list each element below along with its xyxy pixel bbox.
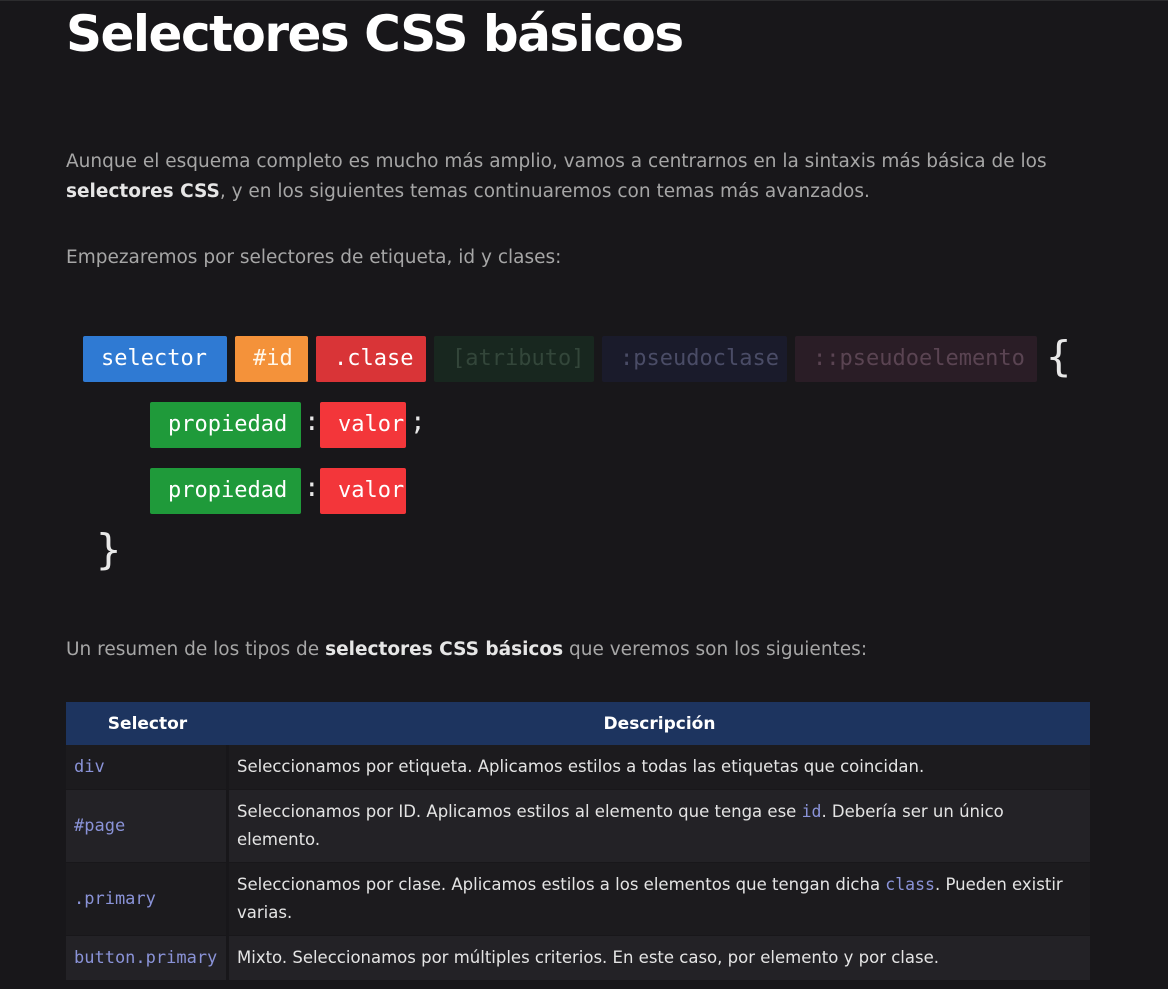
class-chip: .clase xyxy=(316,336,426,382)
semicolon: ; xyxy=(410,407,426,437)
header-description: Descripción xyxy=(229,702,1090,745)
description-cell: Seleccionamos por ID. Aplicamos estilos … xyxy=(229,790,1090,863)
selector-chip: selector xyxy=(83,336,227,382)
colon-2: : xyxy=(304,473,320,503)
table-header-row: Selector Descripción xyxy=(66,702,1090,745)
description-text: Seleccionamos por etiqueta. Aplicamos es… xyxy=(237,757,925,776)
description-text: Seleccionamos por ID. Aplicamos estilos … xyxy=(237,802,802,821)
open-brace: { xyxy=(1046,332,1072,381)
article: Selectores CSS básicos Aunque el esquema… xyxy=(0,0,1168,989)
intro-bold: selectores CSS xyxy=(66,181,220,202)
table-row: div Seleccionamos por etiqueta. Aplicamo… xyxy=(66,745,1090,790)
inline-code: id xyxy=(801,802,822,821)
colon-1: : xyxy=(304,407,320,437)
summary-text-2: que veremos son los siguientes: xyxy=(563,639,868,660)
description-cell: Seleccionamos por clase. Aplicamos estil… xyxy=(229,863,1090,936)
description-text: Mixto. Seleccionamos por múltiples crite… xyxy=(237,948,939,967)
selector-cell: button.primary xyxy=(66,936,229,981)
selectors-table-container: Selector Descripción div Seleccionamos p… xyxy=(66,702,1090,981)
page-title: Selectores CSS básicos xyxy=(66,5,684,63)
close-brace: } xyxy=(96,525,122,574)
summary-text-1: Un resumen de los tipos de xyxy=(66,639,326,660)
selector-cell: div xyxy=(66,745,229,790)
inline-code: class xyxy=(885,875,935,894)
description-text: Seleccionamos por clase. Aplicamos estil… xyxy=(237,875,886,894)
summary-bold: selectores CSS básicos xyxy=(325,639,564,660)
description-cell: Seleccionamos por etiqueta. Aplicamos es… xyxy=(229,745,1090,790)
selectors-table: Selector Descripción div Seleccionamos p… xyxy=(66,702,1090,981)
lead-paragraph: Empezaremos por selectores de etiqueta, … xyxy=(66,247,562,268)
selector-cell: .primary xyxy=(66,863,229,936)
id-chip: #id xyxy=(235,336,308,382)
table-row: .primary Seleccionamos por clase. Aplica… xyxy=(66,863,1090,936)
pseudoclass-chip: :pseudoclase xyxy=(602,336,787,382)
table-row: button.primary Mixto. Seleccionamos por … xyxy=(66,936,1090,981)
header-selector: Selector xyxy=(66,702,229,745)
property-chip-2: propiedad xyxy=(150,468,301,514)
selector-cell: #page xyxy=(66,790,229,863)
intro-text-2: , y en los siguientes temas continuaremo… xyxy=(219,181,870,202)
attribute-chip: [atributo] xyxy=(434,336,594,382)
property-chip-1: propiedad xyxy=(150,402,301,448)
summary-paragraph: Un resumen de los tipos de selectores CS… xyxy=(66,635,1066,665)
value-chip-1: valor xyxy=(320,402,406,448)
pseudoelement-chip: ::pseudoelemento xyxy=(795,336,1037,382)
intro-paragraph: Aunque el esquema completo es mucho más … xyxy=(66,147,1066,207)
description-cell: Mixto. Seleccionamos por múltiples crite… xyxy=(229,936,1090,981)
intro-text-1: Aunque el esquema completo es mucho más … xyxy=(66,151,1047,172)
table-row: #page Seleccionamos por ID. Aplicamos es… xyxy=(66,790,1090,863)
value-chip-2: valor xyxy=(320,468,406,514)
